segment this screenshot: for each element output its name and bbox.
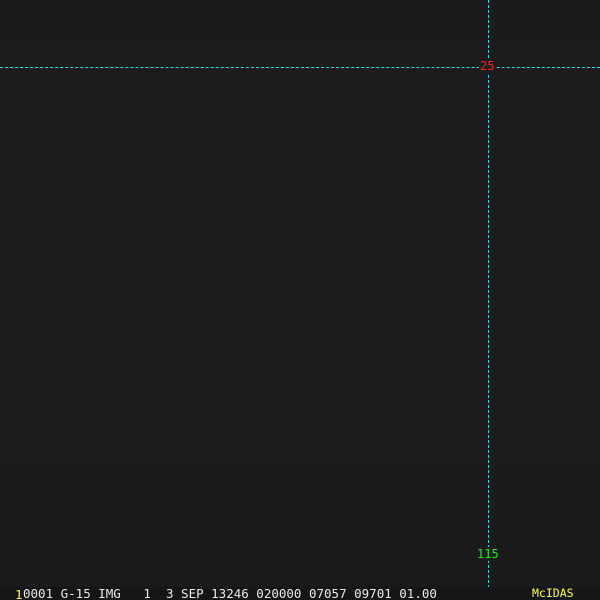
latitude-grid-line <box>0 67 600 68</box>
mcidas-brand: McIDAS <box>532 586 574 600</box>
image-info-text: 0001 G-15 IMG 1 3 SEP 13246 020000 07057… <box>23 586 437 600</box>
latitude-label: 25 <box>479 59 496 73</box>
longitude-label: 115 <box>476 547 500 561</box>
mcidas-display: 25 115 1 0001 G-15 IMG 1 3 SEP 13246 020… <box>0 0 600 600</box>
satellite-image[interactable] <box>0 0 600 588</box>
longitude-grid-line <box>488 0 489 588</box>
frame-number: 1 <box>15 587 23 600</box>
status-bar: 1 0001 G-15 IMG 1 3 SEP 13246 020000 070… <box>0 587 600 600</box>
